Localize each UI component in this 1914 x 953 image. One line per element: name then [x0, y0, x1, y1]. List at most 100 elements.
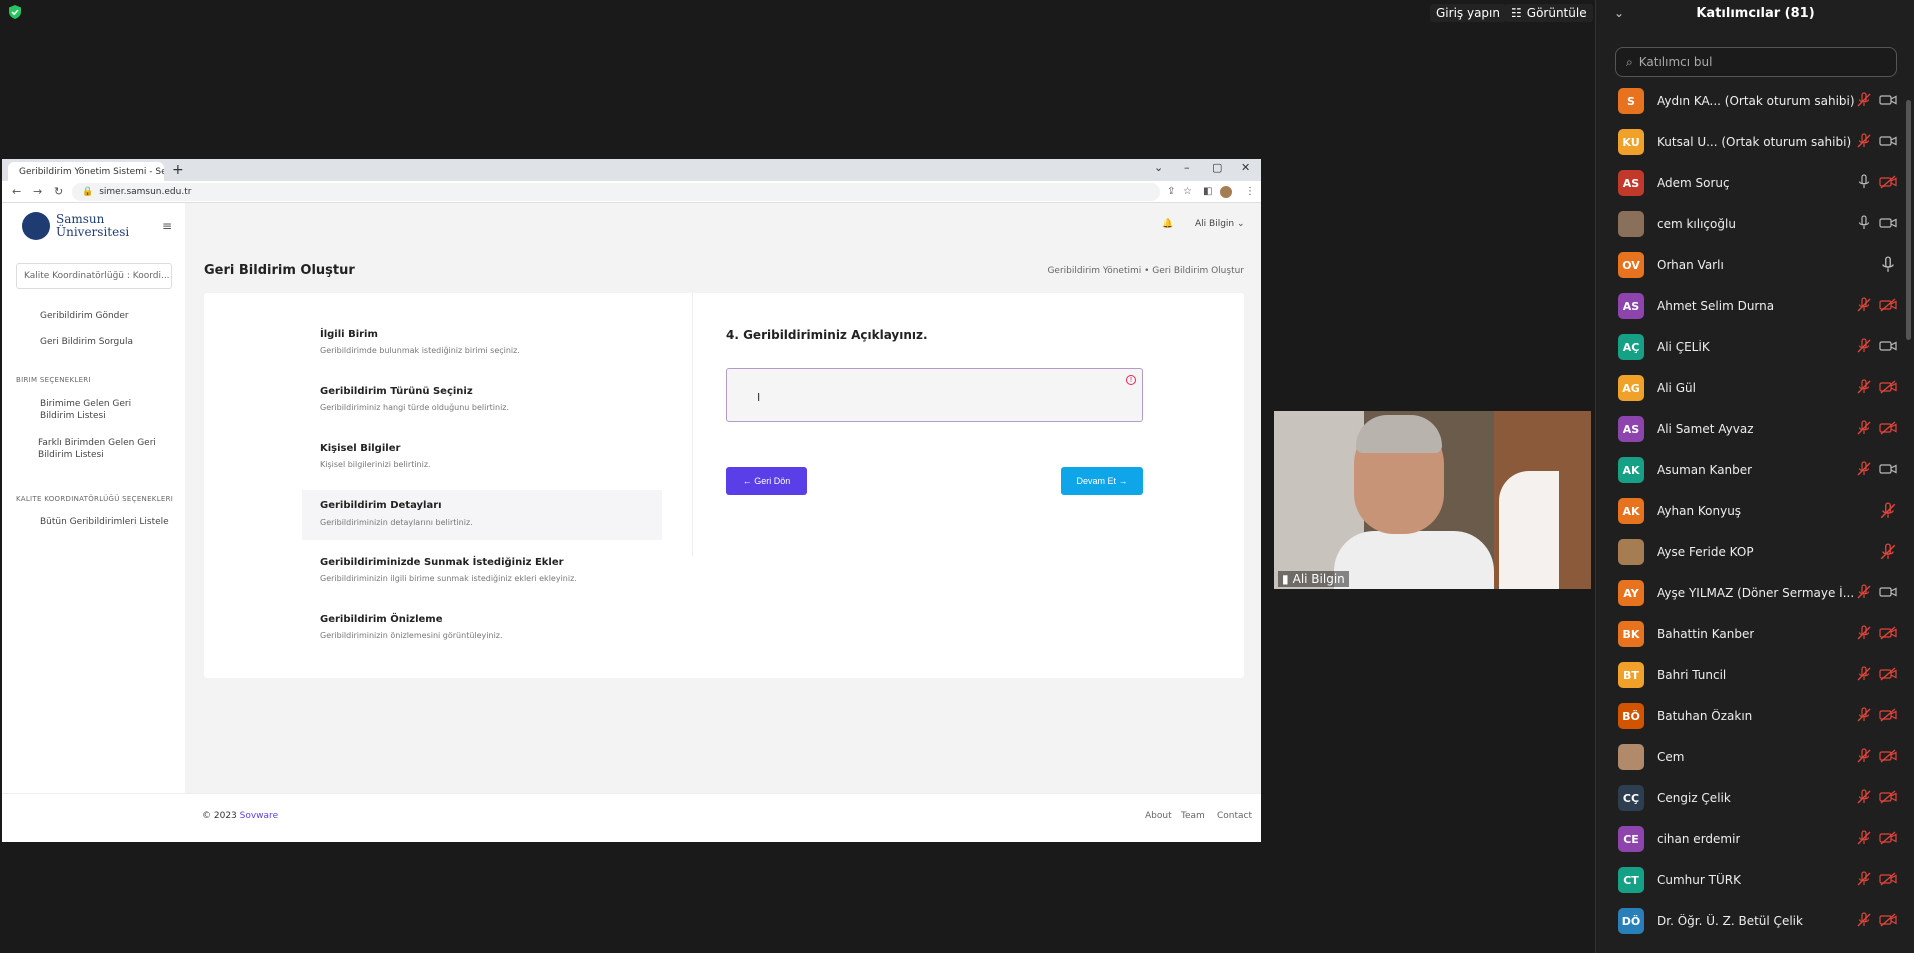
mic-icon[interactable]	[1879, 256, 1897, 272]
camera-off-icon[interactable]	[1879, 707, 1897, 723]
step-1[interactable]: İlgili Birim Geribildirimde bulunmak iste…	[302, 323, 662, 360]
mic-muted-icon[interactable]	[1856, 707, 1872, 723]
participants-scrollbar[interactable]	[1906, 100, 1911, 340]
camera-off-icon[interactable]	[1879, 666, 1897, 682]
participant-row[interactable]: KU Kutsal U... (Ortak oturum sahibi)	[1596, 121, 1914, 162]
footer-brand-link[interactable]: Sovware	[240, 811, 278, 821]
participant-row[interactable]: BT Bahri Tuncil	[1596, 654, 1914, 695]
participant-row[interactable]: CÇ Cengiz Çelik	[1596, 777, 1914, 818]
share-icon[interactable]: ⇪	[1167, 186, 1175, 197]
browser-tab[interactable]: Geribildirim Yönetim Sistemi - Se ×	[8, 162, 164, 181]
mic-muted-icon[interactable]	[1856, 420, 1872, 436]
back-arrow-icon[interactable]: ←	[12, 185, 21, 198]
unit-select[interactable]: Kalite Koordinatörlüğü : Koordi...	[16, 263, 172, 289]
camera-off-icon[interactable]	[1879, 830, 1897, 846]
camera-icon[interactable]	[1879, 92, 1897, 108]
tab-search-icon[interactable]: ⌄	[1154, 161, 1163, 174]
camera-icon[interactable]	[1879, 584, 1897, 600]
university-logo[interactable]: Samsun Üniversitesi	[22, 212, 129, 240]
minimize-icon[interactable]: –	[1184, 161, 1190, 174]
camera-off-icon[interactable]	[1879, 174, 1897, 190]
continue-button[interactable]: Devam Et →	[1061, 467, 1143, 495]
camera-icon[interactable]	[1879, 133, 1897, 149]
sidebar-link-send[interactable]: Geribildirim Gönder	[40, 310, 129, 322]
participant-row[interactable]: AK Asuman Kanber	[1596, 449, 1914, 490]
mic-muted-icon[interactable]	[1856, 461, 1872, 477]
camera-off-icon[interactable]	[1879, 748, 1897, 764]
reload-icon[interactable]: ↻	[54, 185, 63, 198]
new-tab-icon[interactable]: +	[172, 162, 184, 178]
participant-row[interactable]: OV Orhan Varlı	[1596, 244, 1914, 285]
video-thumbnail[interactable]: ▮ Ali Bilgin	[1274, 411, 1591, 589]
participant-search-input[interactable]: ⌕ Katılımcı bul	[1615, 47, 1897, 77]
sidebar-link-other-unit[interactable]: Farklı Birimden Gelen Geri Bildirim List…	[38, 437, 163, 461]
participant-row[interactable]: BK Bahattin Kanber	[1596, 613, 1914, 654]
sidebar-link-query[interactable]: Geri Bildirim Sorgula	[40, 336, 133, 348]
camera-off-icon[interactable]	[1879, 379, 1897, 395]
mic-muted-icon[interactable]	[1856, 297, 1872, 313]
participant-row[interactable]: BÖ Batuhan Özakın	[1596, 695, 1914, 736]
mic-muted-icon[interactable]	[1856, 789, 1872, 805]
sidebar-link-unit-incoming[interactable]: Birimime Gelen Geri Bildirim Listesi	[40, 398, 165, 422]
mic-muted-icon[interactable]	[1856, 666, 1872, 682]
mic-muted-icon[interactable]	[1856, 92, 1872, 108]
user-menu[interactable]: Ali Bilgin ⌄	[1195, 219, 1245, 229]
mic-muted-icon[interactable]	[1856, 830, 1872, 846]
camera-off-icon[interactable]	[1879, 789, 1897, 805]
camera-icon[interactable]	[1879, 461, 1897, 477]
participant-row[interactable]: AÇ Ali ÇELİK	[1596, 326, 1914, 367]
hamburger-menu-icon[interactable]: ≡	[162, 219, 172, 233]
mic-muted-icon[interactable]	[1856, 379, 1872, 395]
participant-row[interactable]: AK Ayhan Konyuş	[1596, 490, 1914, 531]
mic-muted-icon[interactable]	[1856, 625, 1872, 641]
participant-row[interactable]: AG Ali Gül	[1596, 367, 1914, 408]
step-4-active[interactable]: Geribildirim Detayları Geribildiriminizin…	[302, 490, 662, 540]
participant-row[interactable]: DÖ Dr. Öğr. Ü. Z. Betül Çelik	[1596, 900, 1914, 941]
window-close-icon[interactable]: ✕	[1241, 161, 1250, 174]
view-button[interactable]: ☷ Görüntüle	[1505, 4, 1593, 22]
back-button[interactable]: ← Geri Dön	[726, 467, 807, 495]
side-panel-icon[interactable]: ◧	[1203, 186, 1212, 197]
participant-row[interactable]: AY Ayşe YILMAZ (Döner Sermaye İ...	[1596, 572, 1914, 613]
step-6[interactable]: Geribildirim Önizleme Geribildiriminizin …	[302, 608, 662, 645]
mic-muted-icon[interactable]	[1856, 584, 1872, 600]
participant-row[interactable]: Cem	[1596, 736, 1914, 777]
participant-row[interactable]: CE cihan erdemir	[1596, 818, 1914, 859]
participant-row[interactable]: cem kılıçoğlu	[1596, 203, 1914, 244]
camera-off-icon[interactable]	[1879, 912, 1897, 928]
camera-off-icon[interactable]	[1879, 420, 1897, 436]
mic-muted-icon[interactable]	[1856, 912, 1872, 928]
step-2[interactable]: Geribildirim Türünü Seçiniz Geribildirimi…	[302, 380, 662, 417]
url-field[interactable]: 🔒 simer.samsun.edu.tr	[72, 183, 1160, 201]
step-3[interactable]: Kişisel Bilgiler Kişisel bilgilerinizi be…	[302, 437, 662, 474]
participant-row[interactable]: Ayse Feride KOP	[1596, 531, 1914, 572]
camera-icon[interactable]	[1879, 215, 1897, 231]
camera-off-icon[interactable]	[1879, 625, 1897, 641]
notification-bell-icon[interactable]: 🔔	[1162, 219, 1173, 229]
mic-muted-icon[interactable]	[1856, 748, 1872, 764]
camera-icon[interactable]	[1879, 338, 1897, 354]
mic-muted-icon[interactable]	[1879, 543, 1897, 560]
mic-muted-icon[interactable]	[1856, 133, 1872, 149]
mic-muted-icon[interactable]	[1879, 502, 1897, 519]
bookmark-star-icon[interactable]: ☆	[1183, 186, 1192, 197]
mic-muted-icon[interactable]	[1856, 871, 1872, 887]
signin-button[interactable]: Giriş yapın	[1430, 4, 1506, 22]
step-5[interactable]: Geribildiriminizde Sunmak İstediğiniz Ek…	[302, 551, 662, 588]
forward-arrow-icon[interactable]: →	[33, 185, 42, 198]
participant-row[interactable]: AS Ahmet Selim Durna	[1596, 285, 1914, 326]
participant-row[interactable]: CT Cumhur TÜRK	[1596, 859, 1914, 900]
camera-off-icon[interactable]	[1879, 297, 1897, 313]
mic-icon[interactable]	[1856, 174, 1872, 190]
maximize-icon[interactable]: ▢	[1212, 161, 1222, 174]
participant-row[interactable]: AS Ali Samet Ayvaz	[1596, 408, 1914, 449]
browser-menu-icon[interactable]: ⋮	[1245, 186, 1255, 197]
footer-link-team[interactable]: Team	[1181, 811, 1205, 821]
mic-muted-icon[interactable]	[1856, 338, 1872, 354]
mic-icon[interactable]	[1856, 215, 1872, 231]
footer-link-contact[interactable]: Contact	[1217, 811, 1252, 821]
feedback-textarea[interactable]: I !	[726, 368, 1143, 422]
participant-row[interactable]: AS Adem Soruç	[1596, 162, 1914, 203]
participant-row[interactable]: S Aydın KA... (Ortak oturum sahibi)	[1596, 80, 1914, 121]
camera-off-icon[interactable]	[1879, 871, 1897, 887]
